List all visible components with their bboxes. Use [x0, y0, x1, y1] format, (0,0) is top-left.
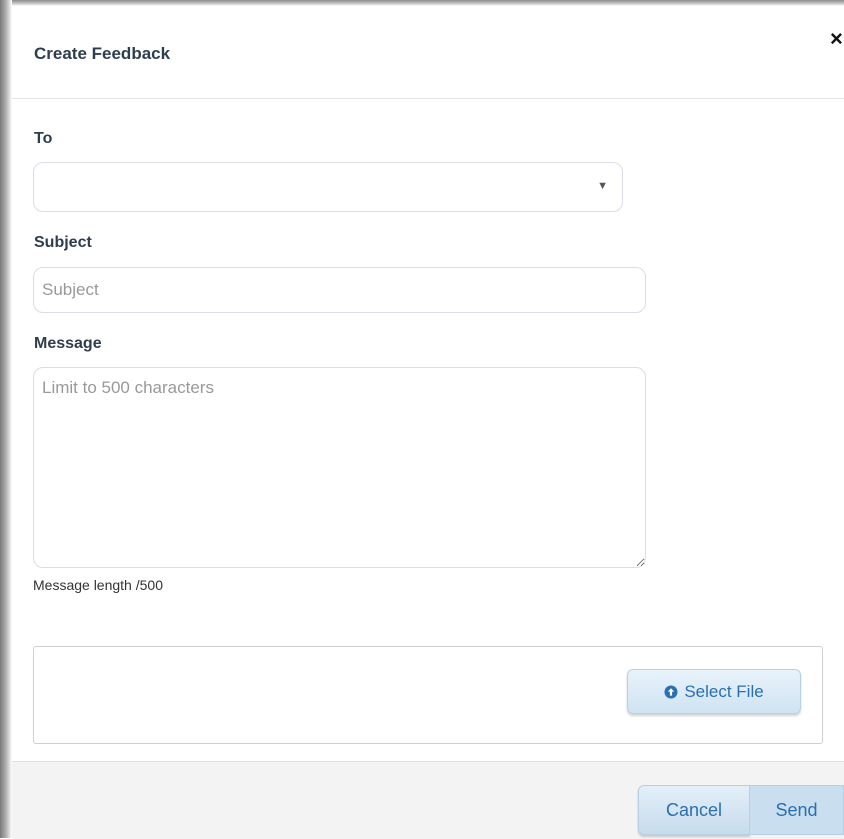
screenshot-frame: Create Feedback × To ▼ Subject Message M… — [0, 0, 844, 839]
message-label: Message — [34, 335, 102, 352]
message-length-counter: Message length /500 — [33, 577, 163, 593]
window-shadow-left — [0, 0, 12, 838]
message-textarea[interactable] — [33, 367, 646, 568]
select-file-button[interactable]: Select File — [627, 669, 801, 714]
close-icon[interactable]: × — [830, 28, 843, 50]
select-file-label: Select File — [684, 681, 764, 701]
send-button[interactable]: Send — [750, 785, 844, 835]
subject-label: Subject — [34, 234, 92, 251]
subject-input[interactable] — [33, 267, 646, 313]
dialog-footer: Cancel Send — [12, 761, 844, 839]
cancel-button[interactable]: Cancel — [638, 785, 750, 835]
dropdown-arrow-icon: ▼ — [597, 180, 608, 192]
upload-circle-icon — [664, 685, 678, 698]
to-select[interactable]: ▼ — [33, 162, 623, 212]
create-feedback-dialog: Create Feedback × To ▼ Subject Message M… — [12, 6, 844, 839]
attachment-area: Select File — [33, 646, 823, 744]
to-label: To — [34, 130, 53, 147]
dialog-header: Create Feedback × — [12, 6, 844, 99]
dialog-title: Create Feedback — [34, 44, 171, 63]
